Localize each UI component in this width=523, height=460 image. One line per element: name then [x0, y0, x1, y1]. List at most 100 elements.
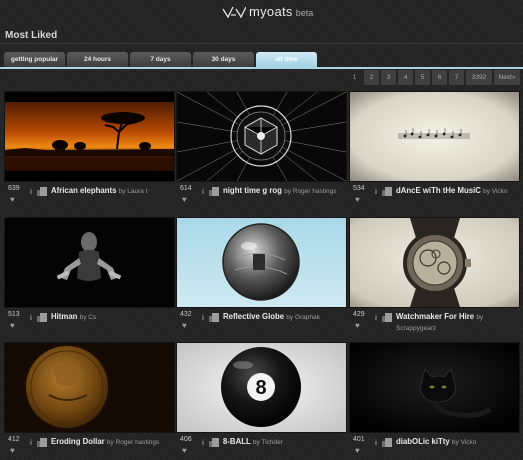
page-link[interactable]: 5	[415, 70, 430, 85]
artwork-author[interactable]: by Laura t	[119, 188, 148, 195]
info-icon[interactable]: i	[202, 315, 204, 322]
artwork-card: 429 ♥ i Watchmaker For Hire by Scrappyge…	[350, 218, 519, 332]
artwork-thumbnail[interactable]	[5, 92, 174, 181]
page-link[interactable]: 7	[449, 70, 464, 85]
heart-icon[interactable]: ♥	[355, 195, 360, 204]
fork-icon[interactable]	[382, 313, 392, 322]
artwork-title-line: Watchmaker For Hire by Scrappygearz	[396, 312, 518, 334]
eight-ball-image: 8	[177, 343, 346, 432]
pocket-watch-image	[350, 218, 519, 307]
tab-7-days[interactable]: 7 days	[130, 52, 191, 67]
info-icon[interactable]: i	[30, 315, 32, 322]
page-link[interactable]: 2	[364, 70, 379, 85]
page-link-last[interactable]: 3392	[466, 70, 492, 85]
next-page-link[interactable]: Next»	[494, 70, 520, 85]
music-staff-image	[350, 92, 519, 181]
artwork-title-line: Hitman by Cs	[51, 312, 173, 323]
artwork-thumbnail[interactable]	[350, 218, 519, 307]
radial-cube-image	[177, 92, 346, 181]
artwork-card: 401 ♥ i diabOLic kiTty by Vicko	[350, 343, 519, 455]
artwork-thumbnail[interactable]	[5, 343, 174, 432]
heart-icon[interactable]: ♥	[182, 195, 187, 204]
artwork-author[interactable]: by Roger hastings	[107, 439, 159, 446]
tab-24-hours[interactable]: 24 hours	[67, 52, 128, 67]
artwork-title[interactable]: Eroding Dollar	[51, 437, 105, 446]
svg-text:8: 8	[255, 377, 266, 399]
sunset-elephants-image	[5, 92, 174, 181]
logo-text: myoats	[249, 4, 293, 19]
heart-icon[interactable]: ♥	[10, 446, 15, 455]
divider	[0, 43, 523, 44]
fork-icon[interactable]	[209, 313, 219, 322]
artwork-title[interactable]: Hitman	[51, 312, 77, 321]
heart-icon[interactable]: ♥	[355, 321, 360, 330]
glass-globe-image	[177, 218, 346, 307]
info-icon[interactable]: i	[30, 440, 32, 447]
artwork-meta: 406 ♥ i 8-BALL by Tichder	[177, 436, 346, 460]
artwork-author[interactable]: by Roger hastings	[284, 188, 336, 195]
like-count: 614	[180, 185, 192, 192]
like-count: 534	[353, 185, 365, 192]
artwork-title[interactable]: African elephants	[51, 186, 116, 195]
fork-icon[interactable]	[37, 187, 47, 196]
artwork-title-line: Eroding Dollar by Roger hastings	[51, 437, 173, 448]
time-filter-tabs: getting popular 24 hours 7 days 30 days …	[4, 52, 317, 67]
artwork-title-line: dAncE wiTh tHe MusiC by Vicko	[396, 186, 518, 197]
artwork-thumbnail[interactable]	[5, 218, 174, 307]
artwork-thumbnail[interactable]: 8	[177, 343, 346, 432]
tab-underline	[0, 67, 523, 69]
heart-icon[interactable]: ♥	[355, 446, 360, 455]
artwork-author[interactable]: by Vicko	[483, 188, 507, 195]
page-link[interactable]: 4	[398, 70, 413, 85]
info-icon[interactable]: i	[30, 189, 32, 196]
page-link[interactable]: 6	[432, 70, 447, 85]
page-link[interactable]: 3	[381, 70, 396, 85]
artwork-meta: 639 ♥ i African elephants by Laura t	[5, 185, 174, 209]
artwork-title[interactable]: Reflective Globe	[223, 312, 284, 321]
like-count: 432	[180, 311, 192, 318]
artwork-meta: 513 ♥ i Hitman by Cs	[5, 311, 174, 335]
artwork-thumbnail[interactable]	[350, 343, 519, 432]
tab-getting-popular[interactable]: getting popular	[4, 52, 65, 67]
fork-icon[interactable]	[37, 313, 47, 322]
heart-icon[interactable]: ♥	[182, 446, 187, 455]
artwork-title[interactable]: 8-BALL	[223, 437, 251, 446]
artwork-card: 513 ♥ i Hitman by Cs	[5, 218, 174, 330]
black-cat-image	[350, 343, 519, 432]
artwork-author[interactable]: by Cs	[80, 314, 97, 321]
tab-all-time[interactable]: all time	[256, 52, 317, 67]
site-logo[interactable]: myoats beta	[222, 3, 313, 19]
like-count: 513	[8, 311, 20, 318]
artwork-meta: 412 ♥ i Eroding Dollar by Roger hastings	[5, 436, 174, 460]
artwork-title[interactable]: dAncE wiTh tHe MusiC	[396, 186, 481, 195]
artwork-thumbnail[interactable]	[177, 218, 346, 307]
info-icon[interactable]: i	[375, 440, 377, 447]
fork-icon[interactable]	[382, 187, 392, 196]
artwork-thumbnail[interactable]	[177, 92, 346, 181]
tab-30-days[interactable]: 30 days	[193, 52, 254, 67]
info-icon[interactable]: i	[202, 189, 204, 196]
fork-icon[interactable]	[37, 438, 47, 447]
info-icon[interactable]: i	[375, 315, 377, 322]
artwork-thumbnail[interactable]	[350, 92, 519, 181]
artwork-author[interactable]: by Tichder	[253, 439, 283, 446]
heart-icon[interactable]: ♥	[10, 321, 15, 330]
artwork-card: 534 ♥ i dAncE wiTh tHe MusiC by Vicko	[350, 92, 519, 204]
heart-icon[interactable]: ♥	[182, 321, 187, 330]
artwork-card: 639 ♥ i African elephants by Laura t	[5, 92, 174, 204]
info-icon[interactable]: i	[202, 440, 204, 447]
like-count: 401	[353, 436, 365, 443]
info-icon[interactable]: i	[375, 189, 377, 196]
heart-icon[interactable]: ♥	[10, 195, 15, 204]
artwork-title-line: night time g rog by Roger hastings	[223, 186, 345, 197]
fork-icon[interactable]	[209, 438, 219, 447]
fork-icon[interactable]	[209, 187, 219, 196]
fork-icon[interactable]	[382, 438, 392, 447]
artwork-title-line: 8-BALL by Tichder	[223, 437, 345, 448]
artwork-author[interactable]: by Vicko	[452, 439, 476, 446]
artwork-title[interactable]: diabOLic kiTty	[396, 437, 450, 446]
page-link-current: 1	[352, 74, 357, 81]
artwork-title[interactable]: Watchmaker For Hire	[396, 312, 474, 321]
artwork-title[interactable]: night time g rog	[223, 186, 282, 195]
artwork-author[interactable]: by Graphak	[286, 314, 320, 321]
